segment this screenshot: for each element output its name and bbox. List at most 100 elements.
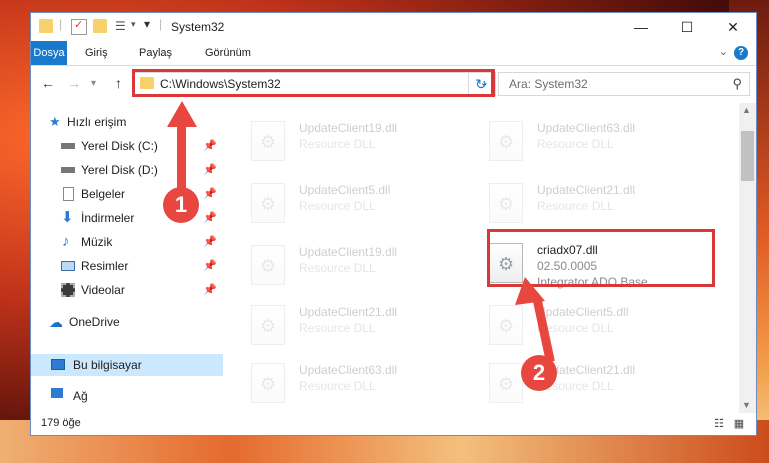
tab-file[interactable]: Dosya [31,41,67,65]
file-description: Resource DLL [299,379,376,393]
file-item[interactable]: ⚙ UpdateClient21.dll Resource DLL [489,179,719,231]
file-item[interactable]: ⚙ UpdateClient19.dll Resource DLL [251,117,481,169]
file-item[interactable]: ⚙ UpdateClient63.dll Resource DLL [251,359,481,411]
refresh-highlight-box [466,69,494,97]
properties-icon[interactable]: ✓ [71,19,87,35]
drive-icon [61,143,75,149]
new-folder-icon[interactable] [93,19,107,33]
folder-icon [39,19,53,33]
pin-icon: 📌 [203,188,217,200]
computer-icon [51,359,65,370]
file-name: UpdateClient21.dll [537,183,636,197]
sidebar-item-disk-d[interactable]: Yerel Disk (D:) 📌 [31,159,223,181]
file-item[interactable]: ⚙ UpdateClient19.dll Resource DLL [251,241,481,293]
pin-icon: 📌 [203,284,217,296]
title-bar: | ✓ ☰ ▾ ▾ | System32 — ☐ ✕ [31,13,756,41]
customize-quick-access-icon[interactable]: ☰ [115,19,129,33]
expand-ribbon-icon[interactable]: ⌄ [719,45,728,58]
pictures-icon [61,261,75,271]
star-icon: ★ [49,114,61,129]
navigation-pane: ★ Hızlı erişim Yerel Disk (C:) 📌 Yerel D… [31,103,227,413]
details-view-icon[interactable]: ☷ [711,417,727,431]
sidebar-item-label: Bu bilgisayar [73,358,142,372]
chevron-down-icon[interactable]: ▾ [131,19,136,30]
window-title: System32 [171,20,225,34]
file-description: Resource DLL [537,199,614,213]
sidebar-item-onedrive[interactable]: ☁ OneDrive [31,311,223,333]
sidebar-item-this-pc[interactable]: Bu bilgisayar [31,354,223,376]
file-name: UpdateClient5.dll [537,305,629,319]
separator: | [59,17,63,31]
dll-file-icon: ⚙ [489,183,523,223]
file-name: UpdateClient63.dll [537,121,636,135]
tab-view[interactable]: Görünüm [195,41,261,65]
scrollbar-thumb[interactable] [741,131,754,181]
sidebar-item-pictures[interactable]: Resimler 📌 [31,255,223,277]
file-description: Resource DLL [537,137,614,151]
download-icon: ⬇ [61,209,74,226]
annotation-badge-1: 1 [163,187,199,223]
recent-locations-icon[interactable]: ▾ [91,78,96,89]
sidebar-item-label: Ağ [73,389,88,403]
sidebar-item-label: Videolar [81,283,125,297]
videos-icon [61,283,75,297]
back-arrow-icon[interactable]: ← [41,75,55,91]
maximize-button[interactable]: ☐ [664,13,710,41]
file-item[interactable]: ⚙ UpdateClient63.dll Resource DLL [489,117,719,169]
file-name: UpdateClient19.dll [299,121,398,135]
cloud-icon: ☁ [49,314,63,330]
dll-file-icon: ⚙ [251,245,285,285]
ribbon-tabs: Dosya Giriş Paylaş Görünüm ⌄ ? [31,41,756,66]
file-name: UpdateClient5.dll [299,183,391,197]
search-input[interactable]: Ara: System32 ⚲ [498,72,750,96]
tab-share[interactable]: Paylaş [129,41,182,65]
up-arrow-icon[interactable]: ↑ [115,75,122,91]
minimize-button[interactable]: — [618,13,664,41]
dll-file-icon: ⚙ [251,363,285,403]
sidebar-item-music[interactable]: ♪ Müzik 📌 [31,231,223,253]
sidebar-item-label: İndirmeler [81,211,135,225]
music-icon: ♪ [62,233,70,250]
search-placeholder: Ara: System32 [509,77,588,91]
network-icon [51,388,63,398]
sidebar-item-label: Resimler [81,259,129,273]
annotation-badge-2: 2 [521,355,557,391]
large-icons-view-icon[interactable]: ▦ [731,417,747,431]
file-item[interactable]: ⚙ UpdateClient5.dll Resource DLL [489,301,719,353]
dll-file-icon: ⚙ [489,305,523,345]
dll-file-icon: ⚙ [251,183,285,223]
status-bar: 179 öğe ☷ ▦ [31,413,756,435]
annotation-arrow-1-head [167,101,197,127]
file-description: Resource DLL [299,321,376,335]
sidebar-item-videos[interactable]: Videolar 📌 [31,279,223,301]
file-item[interactable]: ⚙ UpdateClient21.dll Resource DLL [251,301,481,353]
dll-file-icon: ⚙ [489,121,523,161]
pin-icon: 📌 [203,212,217,224]
vertical-scrollbar[interactable]: ▲ ▼ [739,103,756,413]
sidebar-item-label: Yerel Disk (C:) [81,139,158,153]
tab-home[interactable]: Giriş [75,41,118,65]
file-name: UpdateClient21.dll [299,305,398,319]
sidebar-item-label: Yerel Disk (D:) [81,163,158,177]
sidebar-item-label: Hızlı erişim [67,115,127,129]
scroll-down-icon[interactable]: ▼ [742,400,751,410]
forward-arrow-icon[interactable]: → [67,75,81,91]
file-item[interactable]: ⚙ UpdateClient5.dll Resource DLL [251,179,481,231]
sidebar-item-disk-c[interactable]: Yerel Disk (C:) 📌 [31,135,223,157]
sidebar-item-network[interactable]: Ağ [31,385,223,407]
dropdown-arrow-icon[interactable]: ▾ [144,17,150,31]
pin-icon: 📌 [203,236,217,248]
dll-file-icon: ⚙ [251,305,285,345]
scroll-up-icon[interactable]: ▲ [742,105,751,115]
close-button[interactable]: ✕ [710,13,756,41]
help-icon[interactable]: ? [734,46,748,60]
file-description: Resource DLL [299,261,376,275]
explorer-window: | ✓ ☰ ▾ ▾ | System32 — ☐ ✕ Dosya Giriş P… [30,12,757,436]
separator: | [159,17,163,31]
annotation-arrow-2-head [515,277,545,305]
dll-file-icon: ⚙ [489,363,523,403]
address-highlight-box [132,69,495,97]
sidebar-item-label: Müzik [81,235,113,249]
documents-icon [63,187,74,201]
file-name: UpdateClient19.dll [299,245,398,259]
